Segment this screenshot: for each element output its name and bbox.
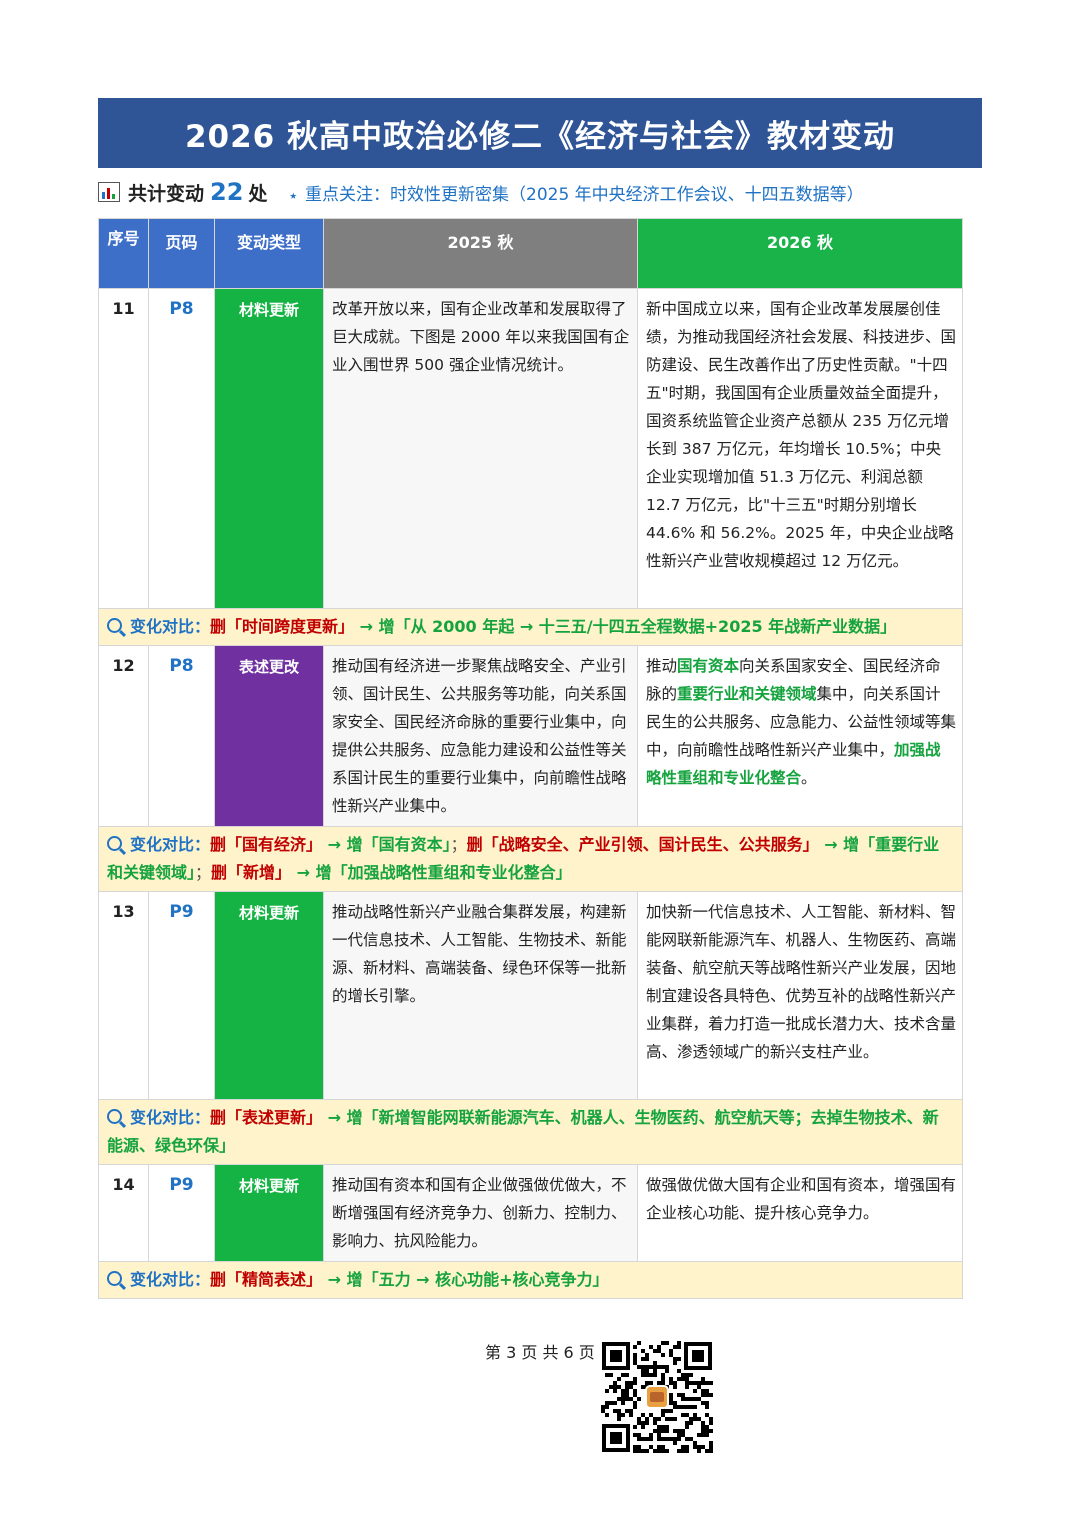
row-number: 11: [98, 288, 149, 609]
col-2026-header: 2026 秋: [637, 218, 963, 289]
compare-row: 变化对比：删「时间跨度更新」 → 增「从 2000 年起 → 十三五/十四五全程…: [98, 608, 963, 646]
compare-row: 变化对比：删「表述更新」 → 增「新增智能网联新能源汽车、机器人、生物医药、航空…: [98, 1099, 963, 1165]
focus-text: 重点关注：时效性更新密集（2025 年中央经济工作会议、十四五数据等）: [305, 184, 864, 205]
qr-code: [600, 1340, 714, 1454]
bar-chart-icon: [98, 182, 120, 202]
page-number: 第 3 页 共 6 页: [485, 1343, 595, 1362]
col-page-header: 页码: [148, 218, 215, 289]
compare-add: → 增「五力 → 核心功能+核心竞争力」: [327, 1270, 609, 1289]
compare-label: 变化对比：: [130, 835, 211, 854]
compare-delete: 删「精简表述」: [210, 1270, 323, 1289]
new-text-highlight: 重要行业和关键领域: [677, 685, 817, 703]
page-title: 2026 秋高中政治必修二《经济与社会》教材变动: [98, 98, 982, 168]
compare-delete: 删「表述更新」: [210, 1108, 323, 1127]
new-text: 做强做优做大国有企业和国有资本，增强国有企业核心功能、提升核心竞争力。: [637, 1164, 963, 1262]
table-row: 12 P8 表述更改 推动国有经济进一步聚焦战略安全、产业引领、国计民生、公共服…: [98, 645, 963, 827]
row-page: P9: [148, 1164, 215, 1262]
change-type-badge: 表述更改: [214, 645, 324, 827]
compare-label: 变化对比：: [130, 1108, 211, 1127]
compare-delete: 删「新增」: [211, 863, 292, 882]
new-text: 加快新一代信息技术、人工智能、新材料、智能网联新能源汽车、机器人、生物医药、高端…: [637, 891, 963, 1100]
new-text-part: 。: [801, 769, 817, 787]
compare-delete: 删「时间跨度更新」: [210, 617, 355, 636]
table-row: 13 P9 材料更新 推动战略性新兴产业融合集群发展，构建新一代信息技术、人工智…: [98, 891, 963, 1100]
compare-label: 变化对比：: [130, 617, 211, 636]
table-row: 11 P8 材料更新 改革开放以来，国有企业改革和发展取得了巨大成就。下图是 2…: [98, 288, 963, 609]
magnifier-icon: [107, 1271, 122, 1286]
compare-add: → 增「加强战略性重组和专业化整合」: [296, 863, 572, 882]
focus-note: ⭑ 重点关注：时效性更新密集（2025 年中央经济工作会议、十四五数据等）: [289, 180, 863, 205]
new-text-highlight: 国有资本: [677, 657, 740, 675]
summary-count: 22: [210, 178, 244, 206]
old-text: 改革开放以来，国有企业改革和发展取得了巨大成就。下图是 2000 年以来我国国有…: [323, 288, 638, 609]
star-icon: ⭑: [289, 187, 297, 204]
row-page: P9: [148, 891, 215, 1100]
new-text: 推动国有资本向关系国家安全、国民经济命脉的重要行业和关键领域集中，向关系国计民生…: [637, 645, 963, 827]
summary-unit: 处: [248, 182, 268, 205]
old-text: 推动战略性新兴产业融合集群发展，构建新一代信息技术、人工智能、生物技术、新能源、…: [323, 891, 638, 1100]
row-page: P8: [148, 288, 215, 609]
old-text: 推动国有经济进一步聚焦战略安全、产业引领、国计民生、公共服务等功能，向关系国家安…: [323, 645, 638, 827]
compare-row: 变化对比：删「国有经济」 → 增「国有资本」；删「战略安全、产业引领、国计民生、…: [98, 826, 963, 892]
col-2025-header: 2025 秋: [323, 218, 638, 289]
old-text: 推动国有资本和国有企业做强做优做大，不断增强国有经济竞争力、创新力、控制力、影响…: [323, 1164, 638, 1262]
compare-add: → 增「从 2000 年起 → 十三五/十四五全程数据+2025 年战新产业数据…: [359, 617, 897, 636]
compare-delete: 删「国有经济」: [210, 835, 323, 854]
magnifier-icon: [107, 836, 122, 851]
row-number: 14: [98, 1164, 149, 1262]
compare-separator: ；: [195, 863, 212, 882]
col-type-header: 变动类型: [214, 218, 324, 289]
compare-delete: 删「战略安全、产业引领、国计民生、公共服务」: [466, 835, 819, 854]
compare-add: → 增「国有资本」: [327, 835, 451, 854]
summary-label: 共计变动: [128, 182, 205, 205]
changes-table: 序号 页码 变动类型 2025 秋 2026 秋 11 P8 材料更新 改革开放…: [98, 218, 963, 1299]
compare-separator: ；: [450, 835, 467, 854]
change-type-badge: 材料更新: [214, 288, 324, 609]
col-index-header: 序号: [98, 218, 149, 289]
row-number: 13: [98, 891, 149, 1100]
row-number: 12: [98, 645, 149, 827]
change-type-badge: 材料更新: [214, 891, 324, 1100]
compare-label: 变化对比：: [130, 1270, 211, 1289]
new-text: 新中国成立以来，国有企业改革发展屡创佳绩，为推动我国经济社会发展、科技进步、国防…: [637, 288, 963, 609]
table-header: 序号 页码 变动类型 2025 秋 2026 秋: [98, 218, 963, 289]
magnifier-icon: [107, 1109, 122, 1124]
change-type-badge: 材料更新: [214, 1164, 324, 1262]
table-row: 14 P9 材料更新 推动国有资本和国有企业做强做优做大，不断增强国有经济竞争力…: [98, 1164, 963, 1262]
summary-bar: 共计变动 22 处 ⭑ 重点关注：时效性更新密集（2025 年中央经济工作会议、十…: [98, 176, 982, 208]
magnifier-icon: [107, 618, 122, 633]
row-page: P8: [148, 645, 215, 827]
compare-row: 变化对比：删「精简表述」 → 增「五力 → 核心功能+核心竞争力」: [98, 1261, 963, 1299]
new-text-part: 推动: [646, 657, 678, 675]
